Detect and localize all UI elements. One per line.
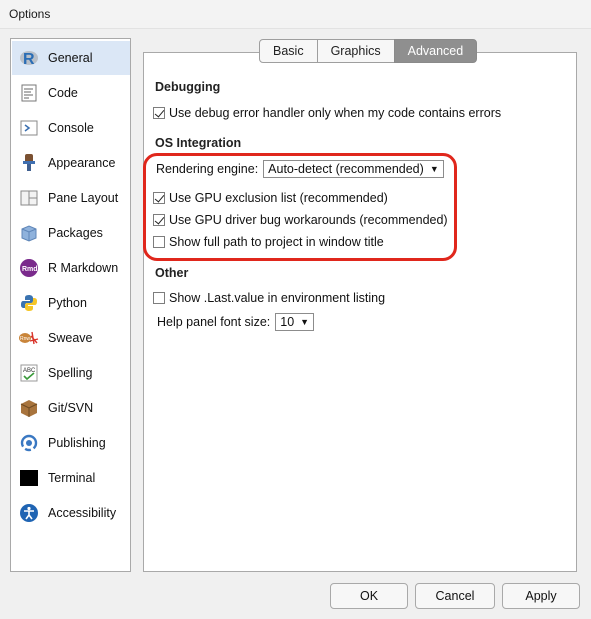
full-path-label: Show full path to project in window titl…: [169, 235, 384, 249]
pane-layout-icon: [19, 188, 39, 208]
svg-text:Rmd: Rmd: [22, 266, 38, 273]
appearance-icon: [19, 153, 39, 173]
debug-handler-checkbox[interactable]: [153, 107, 165, 119]
full-path-option[interactable]: Show full path to project in window titl…: [153, 235, 384, 249]
sidebar-item-label: Terminal: [48, 471, 96, 485]
cancel-button[interactable]: Cancel: [415, 583, 495, 609]
code-icon: [19, 83, 39, 103]
window-title: Options: [9, 7, 51, 21]
sidebar-item-appearance[interactable]: Appearance: [12, 146, 130, 180]
spelling-icon: ABC: [19, 363, 39, 383]
sidebar-item-label: Pane Layout: [48, 191, 119, 205]
svg-text:R: R: [23, 51, 35, 68]
gpu-exclusion-label: Use GPU exclusion list (recommended): [169, 191, 388, 205]
rendering-engine-select[interactable]: Auto-detect (recommended) ▼: [263, 160, 444, 178]
svg-text:Rnw: Rnw: [20, 336, 30, 342]
section-heading-other: Other: [155, 266, 189, 280]
sidebar-item-sweave[interactable]: Rnw Sweave: [12, 321, 130, 355]
gpu-workarounds-checkbox[interactable]: [153, 214, 165, 226]
rendering-engine-value: Auto-detect (recommended): [268, 162, 424, 176]
sidebar-item-label: R Markdown: [48, 261, 119, 275]
sidebar-item-label: Appearance: [48, 156, 116, 170]
sidebar-item-console[interactable]: Console: [12, 111, 130, 145]
sidebar-item-publishing[interactable]: Publishing: [12, 426, 130, 460]
sidebar-item-label: Sweave: [48, 331, 93, 345]
rendering-engine-row: Rendering engine: Auto-detect (recommend…: [156, 160, 444, 178]
sidebar-item-label: Publishing: [48, 436, 106, 450]
accessibility-icon: [19, 503, 39, 523]
tab-basic[interactable]: Basic: [259, 39, 318, 63]
sidebar-item-r-markdown[interactable]: Rmd R Markdown: [12, 251, 130, 285]
sidebar-item-packages[interactable]: Packages: [12, 216, 130, 250]
sidebar-item-label: General: [48, 51, 93, 65]
help-font-size-select[interactable]: 10 ▼: [275, 313, 315, 331]
gpu-workarounds-label: Use GPU driver bug workarounds (recommen…: [169, 213, 448, 227]
git-icon: [19, 398, 39, 418]
dropdown-arrow-icon: ▼: [300, 317, 310, 327]
sidebar-item-label: Python: [48, 296, 87, 310]
gpu-exclusion-checkbox[interactable]: [153, 192, 165, 204]
packages-icon: [19, 223, 39, 243]
python-icon: [19, 293, 39, 313]
title-bar: Options: [0, 0, 591, 29]
help-font-size-value: 10: [280, 315, 295, 329]
gpu-exclusion-option[interactable]: Use GPU exclusion list (recommended): [153, 191, 388, 205]
last-value-option[interactable]: Show .Last.value in environment listing: [153, 291, 385, 305]
console-icon: [19, 118, 39, 138]
section-heading-debugging: Debugging: [155, 80, 221, 94]
tab-bar: Basic Graphics Advanced: [259, 39, 478, 64]
gpu-workarounds-option[interactable]: Use GPU driver bug workarounds (recommen…: [153, 213, 448, 227]
help-font-size-label: Help panel font size:: [157, 315, 271, 329]
tab-graphics[interactable]: Graphics: [316, 39, 395, 63]
last-value-label: Show .Last.value in environment listing: [169, 291, 386, 305]
sidebar-item-code[interactable]: Code: [12, 76, 130, 110]
sidebar-item-label: Packages: [48, 226, 103, 240]
sidebar-item-label: Accessibility: [48, 506, 117, 520]
sidebar-item-python[interactable]: Python: [12, 286, 130, 320]
options-sidebar: R General Code Console Appearance Pane L…: [10, 38, 131, 572]
publishing-icon: [19, 433, 39, 453]
sidebar-item-terminal[interactable]: Terminal: [12, 461, 130, 495]
tab-advanced[interactable]: Advanced: [393, 39, 478, 63]
sidebar-item-pane-layout[interactable]: Pane Layout: [12, 181, 130, 215]
dropdown-arrow-icon: ▼: [429, 164, 439, 174]
sidebar-item-label: Git/SVN: [48, 401, 94, 415]
advanced-options-panel: [143, 52, 577, 572]
debug-handler-option[interactable]: Use debug error handler only when my cod…: [153, 106, 501, 120]
sidebar-item-label: Spelling: [48, 366, 93, 380]
sidebar-item-git-svn[interactable]: Git/SVN: [12, 391, 130, 425]
sidebar-item-label: Code: [48, 86, 78, 100]
r-logo-icon: R: [19, 48, 39, 68]
rmarkdown-icon: Rmd: [19, 258, 39, 278]
sidebar-item-accessibility[interactable]: Accessibility: [12, 496, 130, 530]
ok-button[interactable]: OK: [330, 583, 408, 609]
last-value-checkbox[interactable]: [153, 292, 165, 304]
rendering-engine-label: Rendering engine:: [156, 162, 259, 176]
sweave-icon: Rnw: [19, 328, 39, 348]
apply-button[interactable]: Apply: [502, 583, 580, 609]
section-heading-os-integration: OS Integration: [155, 136, 242, 150]
sidebar-item-label: Console: [48, 121, 94, 135]
debug-handler-label: Use debug error handler only when my cod…: [169, 106, 502, 120]
terminal-icon: [19, 468, 39, 488]
sidebar-item-general[interactable]: R General: [12, 41, 130, 75]
sidebar-item-spelling[interactable]: ABC Spelling: [12, 356, 130, 390]
help-font-size-row: Help panel font size: 10 ▼: [157, 313, 315, 331]
full-path-checkbox[interactable]: [153, 236, 165, 248]
